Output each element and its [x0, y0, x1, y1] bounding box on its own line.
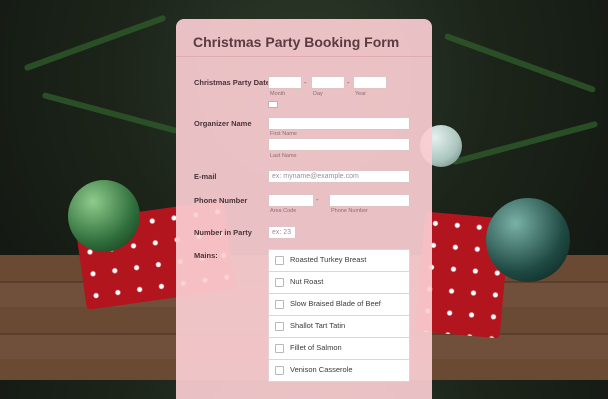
mains-option-label: Slow Braised Blade of Beef — [290, 299, 381, 308]
checkbox[interactable] — [275, 256, 284, 265]
checkbox[interactable] — [275, 366, 284, 375]
last-name-input[interactable] — [268, 138, 410, 151]
phone-label: Phone Number — [194, 196, 248, 205]
booking-form-card: Christmas Party Booking Form Christmas P… — [176, 19, 432, 399]
pine-branch — [23, 14, 167, 72]
pine-branch — [41, 91, 179, 135]
mains-option[interactable]: Fillet of Salmon — [268, 338, 410, 360]
party-size-input[interactable]: ex: 23 — [268, 226, 296, 239]
calendar-icon[interactable] — [268, 101, 278, 108]
mains-option-label: Shallot Tart Tatin — [290, 321, 346, 330]
last-name-sublabel: Last Name — [270, 153, 297, 159]
mains-option[interactable]: Roasted Turkey Breast — [268, 249, 410, 272]
party-size-label: Number in Party — [194, 228, 252, 237]
form-title: Christmas Party Booking Form — [193, 34, 400, 50]
checkbox[interactable] — [275, 300, 284, 309]
email-input[interactable]: ex: myname@example.com — [268, 170, 410, 183]
day-sublabel: Day — [313, 91, 323, 97]
mains-option-label: Nut Roast — [290, 277, 324, 286]
area-code-sublabel: Area Code — [270, 208, 297, 214]
checkbox[interactable] — [275, 322, 284, 331]
day-input[interactable] — [311, 76, 345, 89]
green-ornament — [68, 180, 140, 252]
mains-option[interactable]: Venison Casserole — [268, 360, 410, 382]
year-sublabel: Year — [355, 91, 367, 97]
mains-label: Mains: — [194, 251, 218, 260]
mains-option[interactable]: Nut Roast — [268, 272, 410, 294]
pine-branch — [443, 32, 597, 94]
mains-option-label: Venison Casserole — [290, 365, 353, 374]
first-name-sublabel: First Name — [270, 131, 297, 137]
checkbox[interactable] — [275, 278, 284, 287]
month-sublabel: Month — [270, 91, 286, 97]
first-name-input[interactable] — [268, 117, 410, 130]
checkbox[interactable] — [275, 344, 284, 353]
mains-option[interactable]: Slow Braised Blade of Beef — [268, 294, 410, 316]
phone-number-sublabel: Phone Number — [331, 208, 368, 214]
pine-branch — [451, 120, 599, 166]
mains-option[interactable]: Shallot Tart Tatin — [268, 316, 410, 338]
month-input[interactable] — [268, 76, 302, 89]
teal-ornament — [486, 198, 570, 282]
mains-option-label: Fillet of Salmon — [290, 343, 342, 352]
mains-option-label: Roasted Turkey Breast — [290, 255, 367, 264]
area-code-input[interactable] — [268, 194, 314, 207]
phone-number-input[interactable] — [329, 194, 410, 207]
date-separator: - — [347, 78, 350, 87]
party-date-label: Christmas Party Date — [194, 78, 270, 87]
title-divider — [176, 56, 432, 57]
email-label: E-mail — [194, 172, 217, 181]
date-separator: - — [304, 78, 307, 87]
year-input[interactable] — [353, 76, 387, 89]
phone-separator: - — [316, 195, 319, 204]
mains-checkbox-list: Roasted Turkey Breast Nut Roast Slow Bra… — [268, 249, 410, 382]
organizer-label: Organizer Name — [194, 119, 252, 128]
